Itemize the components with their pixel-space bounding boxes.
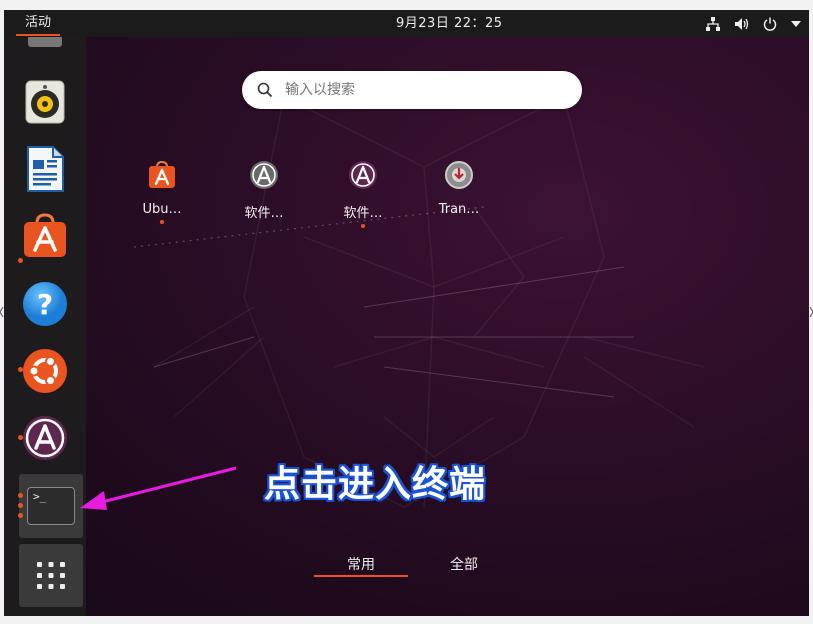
power-icon[interactable] <box>763 17 777 31</box>
activities-underline <box>16 34 61 36</box>
annotation-arrow <box>80 466 237 510</box>
volume-icon[interactable] <box>734 17 749 31</box>
activities-overview: ? >_ 输入以搜索 Ubu… 软件… 软件… Tran… 常用 全部 点击进入… <box>4 37 809 616</box>
chevron-down-icon[interactable] <box>791 20 801 28</box>
activities-label: 活动 <box>25 15 52 30</box>
ubuntu-desktop: 活动 9月23日 22：25 ? >_ 输入以搜索 Ubu… 软件… 软件… T… <box>4 10 809 616</box>
edge-marker-left <box>0 307 4 317</box>
edge-marker-right <box>809 307 813 317</box>
clock[interactable]: 9月23日 22：25 <box>396 10 503 37</box>
network-icon[interactable] <box>706 16 720 31</box>
top-bar: 活动 9月23日 22：25 <box>4 10 809 37</box>
activities-button[interactable]: 活动 <box>12 10 64 36</box>
status-area[interactable] <box>706 10 801 37</box>
screenshot: 活动 9月23日 22：25 ? >_ 输入以搜索 Ubu… 软件… 软件… T… <box>0 0 813 624</box>
